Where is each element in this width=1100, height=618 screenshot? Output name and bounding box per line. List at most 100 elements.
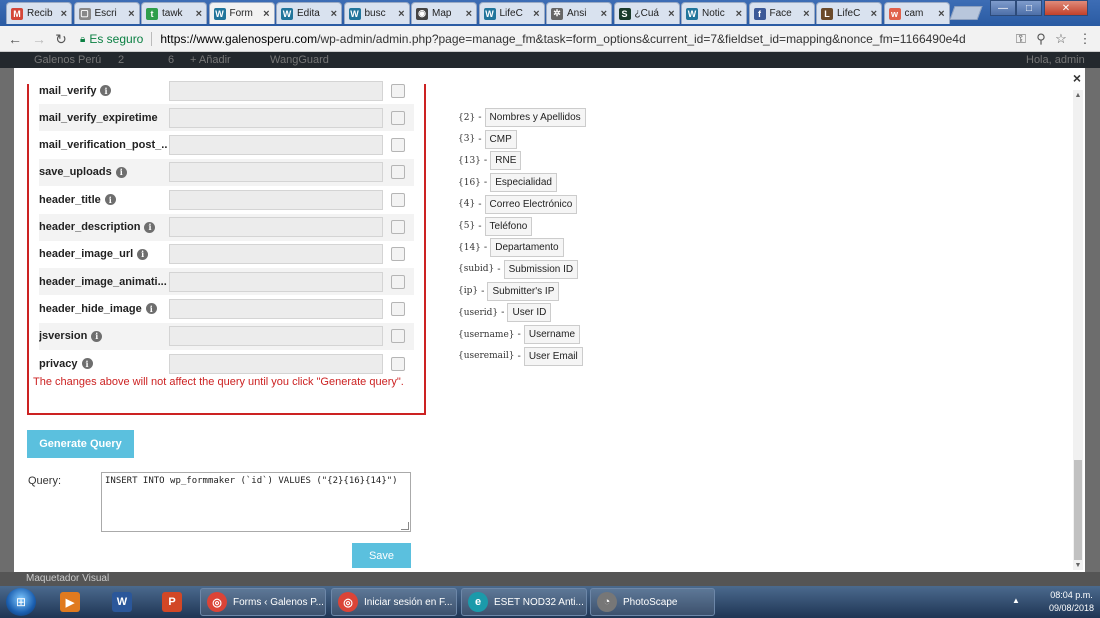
forward-button[interactable]: →: [30, 30, 48, 48]
menu-dots-icon[interactable]: ⋮: [1076, 30, 1094, 48]
placeholder-button[interactable]: Teléfono: [484, 216, 533, 236]
wp-greeting[interactable]: Hola, admin: [1026, 54, 1085, 66]
wp-comments-count[interactable]: 6: [168, 54, 174, 66]
browser-tab[interactable]: M Recib ×: [6, 2, 72, 24]
browser-tab[interactable]: W LifeC ×: [478, 2, 545, 24]
taskbar-window-button[interactable]: e ESET NOD32 Anti...: [461, 588, 587, 616]
field-checkbox[interactable]: [391, 274, 405, 289]
info-icon[interactable]: i: [115, 166, 127, 178]
system-clock[interactable]: 08:04 p.m. 09/08/2018: [1049, 589, 1094, 615]
tab-close-icon[interactable]: ×: [871, 8, 877, 20]
browser-tab[interactable]: L LifeC ×: [816, 2, 882, 24]
field-checkbox[interactable]: [391, 165, 405, 180]
browser-tab[interactable]: W Form ×: [208, 2, 275, 24]
bookmark-star-icon[interactable]: ☆: [1052, 30, 1070, 48]
scrollbar-thumb[interactable]: [1074, 460, 1082, 560]
taskbar-window-button[interactable]: ◎ Forms ‹ Galenos P...: [200, 588, 326, 616]
tab-close-icon[interactable]: ×: [938, 8, 944, 20]
info-icon[interactable]: i: [137, 248, 149, 260]
tab-close-icon[interactable]: ×: [61, 8, 67, 20]
taskbar-window-button[interactable]: ◔ PhotoScape: [590, 588, 715, 616]
new-tab-button[interactable]: [949, 6, 983, 20]
field-checkbox[interactable]: [391, 192, 405, 207]
tab-close-icon[interactable]: ×: [736, 8, 742, 20]
tab-close-icon[interactable]: ×: [668, 8, 674, 20]
field-checkbox[interactable]: [391, 247, 405, 262]
browser-tab[interactable]: ▢ Escri ×: [73, 2, 140, 24]
pinned-app[interactable]: P: [152, 589, 192, 615]
tab-close-icon[interactable]: ×: [331, 8, 337, 20]
placeholder-button[interactable]: RNE: [490, 151, 522, 171]
pinned-app[interactable]: ▶: [50, 589, 90, 615]
wp-new-menu[interactable]: + Añadir: [190, 54, 231, 66]
wp-site-name[interactable]: Galenos Perú: [34, 54, 101, 66]
field-mapping-input[interactable]: [169, 217, 383, 237]
field-mapping-input[interactable]: [169, 271, 383, 292]
zoom-icon[interactable]: ⚲: [1032, 30, 1050, 48]
browser-tab[interactable]: Wbusc ×: [343, 2, 410, 24]
modal-close-button[interactable]: ×: [1073, 70, 1081, 86]
placeholder-button[interactable]: Especialidad: [490, 173, 557, 193]
scroll-up-icon[interactable]: ▲: [1073, 90, 1083, 100]
placeholder-button[interactable]: Submission ID: [503, 259, 579, 279]
tray-expand-icon[interactable]: ▲: [1012, 596, 1020, 605]
maximize-button[interactable]: □: [1016, 0, 1042, 16]
placeholder-button[interactable]: Submitter's IP: [487, 281, 560, 301]
close-window-button[interactable]: ✕: [1044, 0, 1088, 16]
field-mapping-input[interactable]: [169, 298, 383, 319]
pinned-app[interactable]: W: [102, 589, 142, 615]
key-icon[interactable]: ⚿: [1012, 30, 1030, 48]
query-textarea[interactable]: INSERT INTO wp_formmaker (`id`) VALUES (…: [101, 472, 411, 532]
browser-tab[interactable]: W Notic ×: [681, 2, 747, 24]
info-icon[interactable]: i: [100, 85, 112, 96]
field-checkbox[interactable]: [391, 138, 405, 153]
field-checkbox[interactable]: [391, 301, 405, 316]
placeholder-button[interactable]: Correo Electrónico: [484, 194, 578, 214]
wp-updates-count[interactable]: 2: [118, 54, 124, 66]
browser-tab[interactable]: t tawk ×: [141, 2, 207, 24]
generate-query-button[interactable]: Generate Query: [27, 430, 134, 458]
placeholder-button[interactable]: Nombres y Apellidos: [484, 108, 586, 127]
back-button[interactable]: ←: [6, 30, 24, 48]
field-mapping-input[interactable]: [169, 189, 383, 210]
visual-builder-label[interactable]: Maquetador Visual: [26, 573, 109, 584]
browser-tab[interactable]: ◉ Map ×: [411, 2, 477, 24]
tab-close-icon[interactable]: ×: [128, 8, 134, 20]
info-icon[interactable]: i: [145, 303, 157, 315]
field-checkbox[interactable]: [391, 329, 405, 344]
placeholder-button[interactable]: User ID: [507, 303, 552, 323]
field-mapping-input[interactable]: [169, 326, 383, 347]
tab-close-icon[interactable]: ×: [196, 8, 202, 20]
wp-plugin-menu[interactable]: WangGuard: [270, 54, 329, 66]
info-icon[interactable]: i: [91, 330, 103, 342]
field-checkbox[interactable]: [391, 110, 405, 125]
browser-tab[interactable]: f Face ×: [748, 2, 815, 24]
field-mapping-input[interactable]: [169, 107, 383, 128]
tab-close-icon[interactable]: ×: [398, 8, 404, 20]
tab-close-icon[interactable]: ×: [601, 8, 607, 20]
info-icon[interactable]: i: [81, 358, 93, 369]
start-button[interactable]: ⊞: [6, 588, 36, 616]
field-mapping-input[interactable]: [169, 80, 383, 101]
scroll-down-icon[interactable]: ▼: [1073, 560, 1083, 570]
placeholder-button[interactable]: Departamento: [490, 238, 564, 258]
field-mapping-input[interactable]: [169, 353, 383, 374]
placeholder-button[interactable]: Username: [523, 325, 581, 344]
info-icon[interactable]: i: [144, 221, 156, 233]
field-mapping-input[interactable]: [169, 135, 383, 156]
browser-tab[interactable]: w cam ×: [883, 2, 950, 24]
url-field[interactable]: 🔒︎ Es seguro https://www.galenosperu.com…: [80, 29, 1010, 49]
minimize-button[interactable]: —: [990, 0, 1016, 16]
browser-tab[interactable]: S ¿Cuá ×: [613, 2, 680, 24]
field-checkbox[interactable]: [391, 83, 405, 98]
field-mapping-input[interactable]: [169, 244, 383, 265]
resize-grip-icon[interactable]: [401, 522, 409, 530]
browser-tab[interactable]: ✲ Ansi ×: [546, 2, 612, 24]
taskbar-window-button[interactable]: ◎ Iniciar sesión en F...: [331, 588, 457, 616]
tab-close-icon[interactable]: ×: [533, 8, 539, 20]
info-icon[interactable]: i: [104, 194, 116, 206]
field-mapping-input[interactable]: [169, 162, 383, 183]
reload-button[interactable]: ↻: [52, 30, 70, 48]
placeholder-button[interactable]: CMP: [484, 129, 517, 149]
save-button[interactable]: Save: [352, 543, 411, 568]
